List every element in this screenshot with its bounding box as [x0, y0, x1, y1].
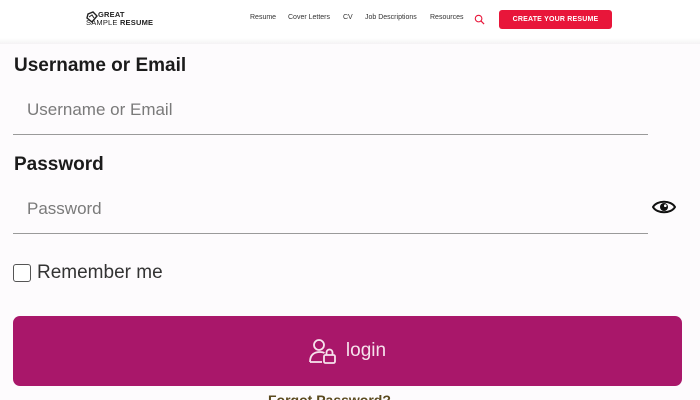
- login-button[interactable]: login: [13, 316, 682, 386]
- nav-link-cover-letters[interactable]: Cover Letters: [288, 14, 330, 21]
- eye-icon[interactable]: [652, 198, 676, 216]
- remember-me[interactable]: Remember me: [13, 262, 163, 284]
- user-lock-icon: [309, 339, 336, 364]
- remember-me-checkbox[interactable]: [13, 264, 31, 282]
- create-resume-button[interactable]: CREATE YOUR RESUME: [499, 10, 612, 29]
- search-icon[interactable]: [474, 14, 485, 25]
- nav-link-cv[interactable]: CV: [343, 14, 353, 21]
- username-label: Username or Email: [14, 55, 187, 76]
- nav-link-resume[interactable]: Resume: [250, 14, 276, 21]
- forgot-password-link[interactable]: Forgot Password?: [268, 392, 391, 400]
- password-input[interactable]: [13, 184, 648, 234]
- password-label: Password: [14, 154, 104, 175]
- logo-text-sample: SAMPLE: [86, 18, 118, 27]
- nav-link-job-descriptions[interactable]: Job Descriptions: [365, 14, 417, 21]
- login-label: login: [345, 340, 387, 361]
- login-page: GREAT SAMPLE RESUME Resume Cover Letters…: [0, 0, 700, 400]
- site-header: GREAT SAMPLE RESUME Resume Cover Letters…: [0, 0, 700, 43]
- remember-me-label[interactable]: Remember me: [37, 262, 163, 284]
- site-logo[interactable]: GREAT SAMPLE RESUME: [86, 10, 166, 28]
- header-shadow: [0, 38, 700, 44]
- username-input[interactable]: [13, 85, 648, 135]
- nav-link-resources[interactable]: Resources: [430, 14, 463, 21]
- logo-text-resume: RESUME: [119, 18, 154, 27]
- logo-text-sample-resume: SAMPLE RESUME: [86, 18, 153, 27]
